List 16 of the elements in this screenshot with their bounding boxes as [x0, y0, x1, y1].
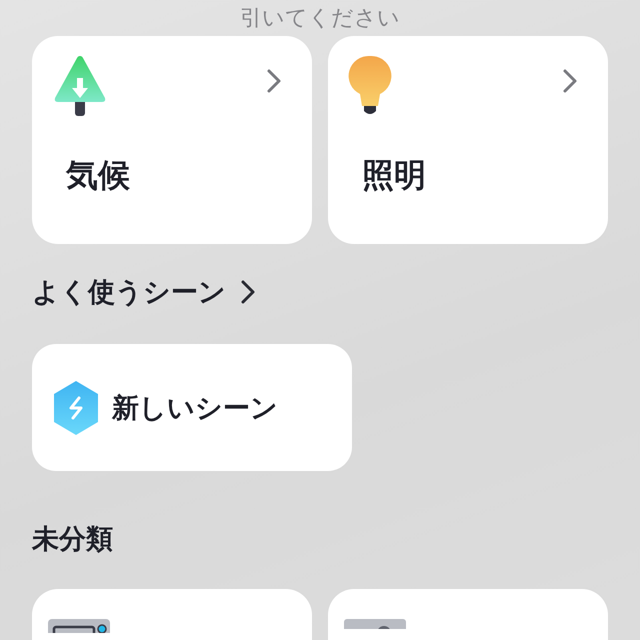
- camera-icon: [344, 619, 406, 629]
- card-label: 気候: [66, 155, 130, 196]
- chevron-icon: [266, 68, 282, 94]
- category-card[interactable]: 気候: [32, 36, 312, 244]
- chevron-icon: [562, 68, 578, 94]
- tv-icon: [48, 619, 110, 633]
- section-link[interactable]: よく使うシーン: [32, 274, 256, 310]
- chevron-icon: [240, 279, 256, 305]
- pull-hint: 引いてください: [240, 6, 400, 32]
- category-card[interactable]: 照明: [328, 36, 608, 244]
- scene-label: 新しいシーン: [112, 392, 278, 426]
- section-title: 未分類: [32, 523, 113, 557]
- lightning-hexagon-icon: [52, 380, 100, 436]
- card-label: 照明: [362, 155, 426, 196]
- scene-card[interactable]: 新しいシーン: [32, 344, 352, 471]
- tree-icon: [52, 54, 108, 118]
